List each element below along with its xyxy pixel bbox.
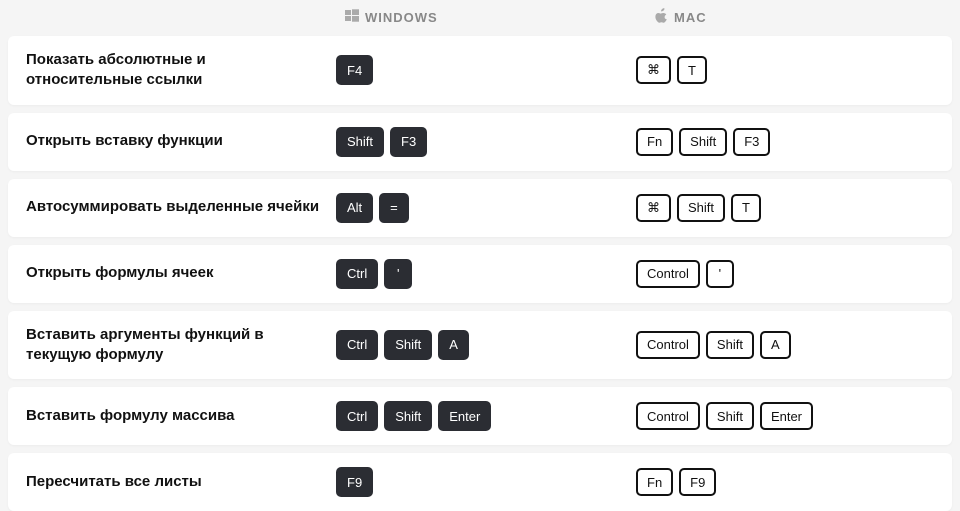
key-light: Fn <box>636 468 673 496</box>
shortcut-description: Пересчитать все листы <box>26 472 336 492</box>
windows-keys: F9 <box>336 467 636 497</box>
mac-keys: Control' <box>636 260 934 288</box>
key-light: ⌘ <box>636 56 671 84</box>
key-light: F3 <box>733 128 770 156</box>
shortcut-row: Автосуммировать выделенные ячейкиAlt=⌘Sh… <box>8 179 952 237</box>
shortcut-row: Показать абсолютные и относительные ссыл… <box>8 36 952 105</box>
key-dark: Alt <box>336 193 373 223</box>
shortcut-description: Вставить формулу массива <box>26 406 336 426</box>
mac-keys: ControlShiftA <box>636 331 934 359</box>
mac-header: MAC <box>655 8 960 26</box>
key-dark: Ctrl <box>336 259 378 289</box>
key-light: A <box>760 331 791 359</box>
key-light: Shift <box>706 402 754 430</box>
windows-keys: Ctrl' <box>336 259 636 289</box>
key-dark: F4 <box>336 55 373 85</box>
key-light: F9 <box>679 468 716 496</box>
windows-header-label: WINDOWS <box>365 10 438 25</box>
mac-keys: FnShiftF3 <box>636 128 934 156</box>
key-light: ' <box>706 260 734 288</box>
shortcut-row: Вставить аргументы функций в текущую фор… <box>8 311 952 380</box>
key-dark: Shift <box>384 330 432 360</box>
key-dark: ' <box>384 259 412 289</box>
key-light: ⌘ <box>636 194 671 222</box>
windows-keys: F4 <box>336 55 636 85</box>
mac-keys: ControlShiftEnter <box>636 402 934 430</box>
key-light: Control <box>636 402 700 430</box>
shortcut-description: Показать абсолютные и относительные ссыл… <box>26 50 336 91</box>
mac-keys: ⌘T <box>636 56 934 84</box>
key-light: Enter <box>760 402 813 430</box>
windows-keys: CtrlShiftA <box>336 330 636 360</box>
key-dark: Shift <box>336 127 384 157</box>
key-dark: = <box>379 193 409 223</box>
key-dark: Ctrl <box>336 401 378 431</box>
shortcut-row: Открыть формулы ячеекCtrl'Control' <box>8 245 952 303</box>
os-header-row: WINDOWS MAC <box>0 0 960 36</box>
shortcut-row: Открыть вставку функцииShiftF3FnShiftF3 <box>8 113 952 171</box>
key-light: Shift <box>679 128 727 156</box>
windows-header: WINDOWS <box>345 9 655 26</box>
mac-keys: FnF9 <box>636 468 934 496</box>
key-light: Shift <box>677 194 725 222</box>
shortcut-description: Вставить аргументы функций в текущую фор… <box>26 325 336 366</box>
shortcut-description: Открыть формулы ячеек <box>26 263 336 283</box>
key-light: T <box>677 56 707 84</box>
windows-keys: CtrlShiftEnter <box>336 401 636 431</box>
key-light: Control <box>636 260 700 288</box>
mac-header-label: MAC <box>674 10 707 25</box>
key-light: Fn <box>636 128 673 156</box>
key-light: Shift <box>706 331 754 359</box>
windows-keys: ShiftF3 <box>336 127 636 157</box>
key-dark: F9 <box>336 467 373 497</box>
shortcut-description: Автосуммировать выделенные ячейки <box>26 197 336 217</box>
shortcut-row: Вставить формулу массиваCtrlShiftEnterCo… <box>8 387 952 445</box>
shortcut-row: Пересчитать все листыF9FnF9 <box>8 453 952 511</box>
apple-icon <box>655 8 668 26</box>
key-dark: Enter <box>438 401 491 431</box>
key-light: T <box>731 194 761 222</box>
key-dark: F3 <box>390 127 427 157</box>
key-dark: Ctrl <box>336 330 378 360</box>
mac-keys: ⌘ShiftT <box>636 194 934 222</box>
key-dark: A <box>438 330 469 360</box>
windows-keys: Alt= <box>336 193 636 223</box>
shortcut-description: Открыть вставку функции <box>26 131 336 151</box>
key-dark: Shift <box>384 401 432 431</box>
key-light: Control <box>636 331 700 359</box>
windows-icon <box>345 9 359 26</box>
